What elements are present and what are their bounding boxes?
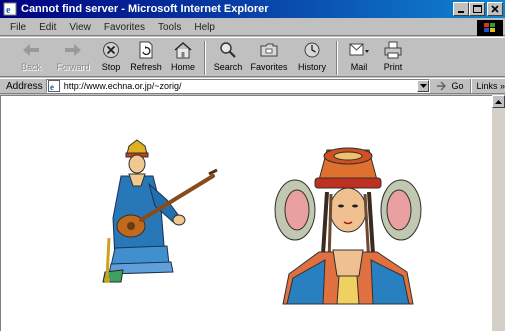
print-button[interactable]: Print: [376, 38, 410, 76]
links-separator: [470, 79, 473, 93]
home-label: Home: [170, 62, 195, 72]
address-url: http://www.echna.or.jp/~zorig/: [63, 81, 182, 91]
maximize-button[interactable]: [469, 2, 485, 16]
chevron-up-icon: [495, 99, 502, 104]
address-bar: Address e http://www.echna.or.jp/~zorig/…: [0, 78, 505, 94]
forward-button[interactable]: Forward: [50, 38, 96, 76]
minimize-button[interactable]: [453, 2, 469, 16]
chevron-down-icon: [419, 84, 427, 88]
minimize-icon: [458, 11, 464, 13]
stop-button[interactable]: Stop: [96, 38, 126, 76]
forward-arrow-icon: [65, 44, 81, 56]
links-button[interactable]: Links »: [476, 81, 505, 91]
toolbar-separator: [336, 41, 338, 75]
windows-flag-icon: [484, 23, 495, 32]
go-label: Go: [451, 81, 464, 91]
stop-label: Stop: [101, 62, 121, 72]
forward-label: Forward: [56, 62, 90, 72]
print-label: Print: [383, 62, 403, 72]
menu-file[interactable]: File: [10, 22, 26, 33]
history-label: History: [297, 62, 326, 72]
mail-button[interactable]: Mail: [342, 38, 376, 76]
window-title: Cannot find server - Microsoft Internet …: [21, 3, 269, 15]
svg-text:e: e: [6, 5, 11, 16]
home-icon: [174, 42, 192, 59]
toolbar-separator: [204, 41, 206, 75]
menu-help[interactable]: Help: [194, 22, 215, 33]
menu-bar: File Edit View Favorites Tools Help: [0, 19, 505, 36]
history-icon: [304, 42, 320, 58]
mail-label: Mail: [350, 62, 368, 72]
refresh-button[interactable]: Refresh: [126, 38, 166, 76]
history-button[interactable]: History: [292, 38, 332, 76]
close-icon: [491, 5, 499, 13]
page-content: [0, 95, 492, 331]
maximize-icon: [472, 5, 482, 13]
favorites-folder-icon: [260, 43, 278, 57]
address-dropdown-button[interactable]: [417, 80, 430, 92]
search-button[interactable]: Search: [210, 38, 246, 76]
vertical-scrollbar[interactable]: [492, 95, 505, 331]
favorites-button[interactable]: Favorites: [246, 38, 292, 76]
refresh-label: Refresh: [130, 62, 162, 72]
back-arrow-icon: [23, 44, 39, 56]
go-arrow-icon: [437, 81, 447, 91]
address-input[interactable]: e http://www.echna.or.jp/~zorig/: [45, 79, 431, 93]
standard-toolbar: Back Forward Stop Refresh Home Search Fa…: [0, 37, 505, 77]
back-button[interactable]: Back: [12, 38, 50, 76]
printer-icon: [384, 41, 402, 59]
menu-favorites[interactable]: Favorites: [104, 22, 145, 33]
search-icon: [220, 42, 236, 58]
mail-icon: [349, 43, 369, 56]
mongolian-woman-headdress-illustration: [274, 147, 422, 305]
search-label: Search: [213, 62, 243, 72]
menu-view[interactable]: View: [69, 22, 91, 33]
ie-page-icon: e: [47, 80, 60, 92]
go-button[interactable]: Go: [436, 81, 463, 91]
title-bar[interactable]: e Cannot find server - Microsoft Interne…: [0, 0, 505, 18]
menu-tools[interactable]: Tools: [158, 22, 181, 33]
address-label: Address: [6, 80, 43, 92]
close-button[interactable]: [487, 2, 503, 16]
favorites-label: Favorites: [250, 62, 288, 72]
menu-edit[interactable]: Edit: [39, 22, 56, 33]
links-label: Links: [476, 81, 498, 91]
ie-page-icon: e: [3, 2, 17, 16]
stop-icon: [103, 42, 119, 58]
mongolian-musician-illustration: [102, 139, 218, 283]
windows-logo: [477, 20, 503, 36]
refresh-icon: [139, 41, 153, 59]
back-label: Back: [20, 62, 41, 72]
home-button[interactable]: Home: [166, 38, 200, 76]
scroll-up-button[interactable]: [492, 95, 505, 108]
svg-text:e: e: [50, 82, 54, 92]
